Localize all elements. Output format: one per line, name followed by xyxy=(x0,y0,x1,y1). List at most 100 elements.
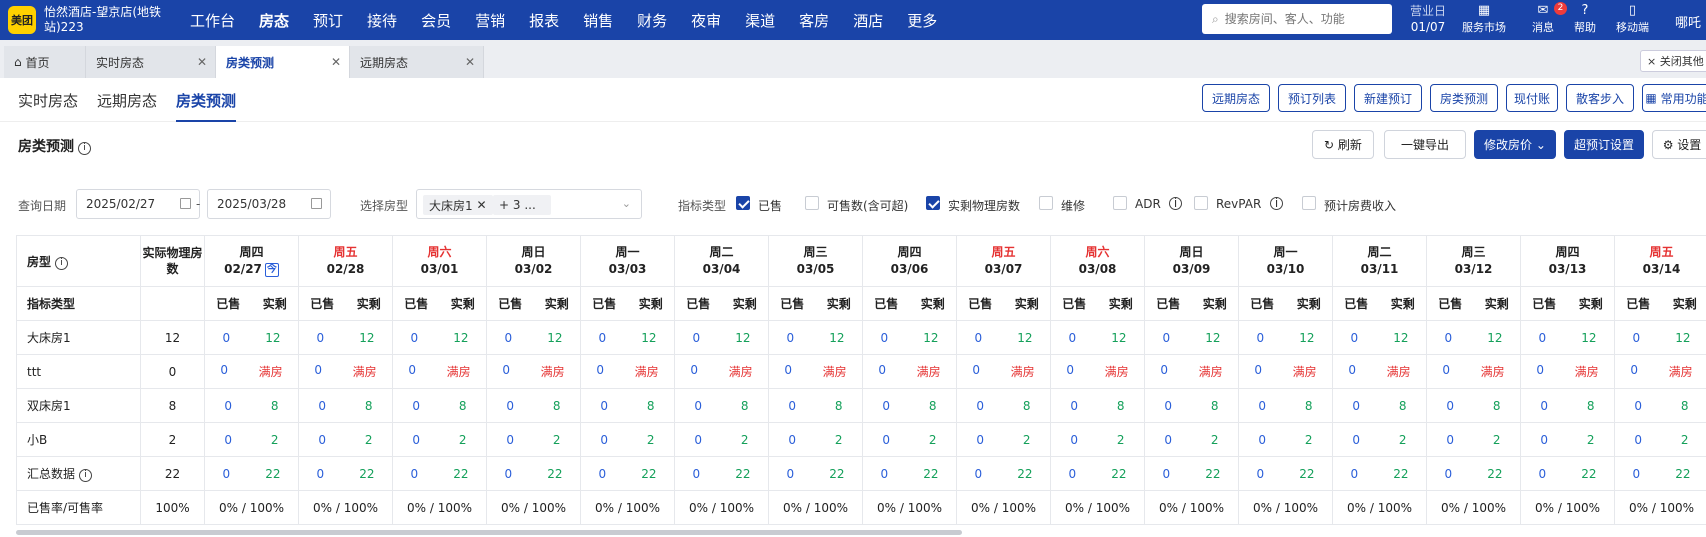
forecast-cell[interactable]: 0 满房 xyxy=(1144,354,1239,389)
forecast-cell[interactable]: 0 满房 xyxy=(1238,354,1333,389)
forecast-cell[interactable]: 0 12 xyxy=(768,320,863,355)
export-button[interactable]: 一键导出 xyxy=(1384,130,1466,159)
close-icon[interactable]: ✕ xyxy=(473,198,486,212)
forecast-cell[interactable]: 08 xyxy=(486,388,581,423)
nav-item[interactable]: 夜审 xyxy=(691,10,721,31)
forecast-cell[interactable]: 02 xyxy=(580,422,675,457)
forecast-cell[interactable]: 0 12 xyxy=(204,320,299,355)
forecast-cell[interactable]: 08 xyxy=(1050,388,1145,423)
metric-checkbox[interactable] xyxy=(926,196,940,210)
close-icon[interactable]: ✕ xyxy=(465,55,475,69)
forecast-cell[interactable]: 08 xyxy=(956,388,1051,423)
forecast-cell[interactable]: 0 12 xyxy=(1614,320,1706,355)
metric-checkbox[interactable] xyxy=(1039,196,1053,210)
nav-item[interactable]: 会员 xyxy=(421,10,451,31)
forecast-cell[interactable]: 02 xyxy=(768,422,863,457)
forecast-cell[interactable]: 08 xyxy=(392,388,487,423)
forecast-cell[interactable]: 0 12 xyxy=(486,320,581,355)
hotel-switcher[interactable]: 怡然酒店-望京店(地铁站)223 xyxy=(44,5,184,35)
room-type-select[interactable]: 大床房1 ✕ + 3 ... ⌄ xyxy=(416,189,642,219)
forecast-cell[interactable]: 0 22 xyxy=(1238,456,1333,491)
forecast-cell[interactable]: 0 满房 xyxy=(204,354,299,389)
quick-reservations-button[interactable]: 预订列表 xyxy=(1278,84,1346,112)
metric-checkbox[interactable] xyxy=(1302,196,1316,210)
forecast-cell[interactable]: 0 12 xyxy=(1050,320,1145,355)
info-icon[interactable]: i xyxy=(79,469,93,482)
forecast-cell[interactable]: 0 12 xyxy=(1332,320,1427,355)
forecast-cell[interactable]: 02 xyxy=(1426,422,1521,457)
nav-item[interactable]: 工作台 xyxy=(190,10,235,31)
forecast-cell[interactable]: 02 xyxy=(486,422,581,457)
forecast-cell[interactable]: 02 xyxy=(674,422,769,457)
forecast-cell[interactable]: 0 12 xyxy=(1520,320,1615,355)
forecast-cell[interactable]: 0 12 xyxy=(1238,320,1333,355)
settings-button[interactable]: ⚙ 设置 xyxy=(1652,130,1706,159)
forecast-cell[interactable]: 08 xyxy=(1614,388,1706,423)
tab-home[interactable]: ⌂ 首页 xyxy=(4,46,86,78)
mobile-button[interactable]: ▯ 移动端 xyxy=(1616,3,1649,35)
info-icon[interactable]: i xyxy=(78,142,91,155)
forecast-cell[interactable]: 08 xyxy=(204,388,299,423)
forecast-cell[interactable]: 08 xyxy=(1520,388,1615,423)
forecast-cell[interactable]: 0 22 xyxy=(298,456,393,491)
metric-checkbox[interactable] xyxy=(805,196,819,210)
forecast-cell[interactable]: 0 满房 xyxy=(1050,354,1145,389)
forecast-cell[interactable]: 0 满房 xyxy=(768,354,863,389)
subtab-forecast[interactable]: 房类预测 xyxy=(176,90,237,122)
forecast-cell[interactable]: 02 xyxy=(204,422,299,457)
forecast-cell[interactable]: 0 22 xyxy=(1332,456,1427,491)
metric-checkbox[interactable] xyxy=(1113,196,1127,210)
info-icon[interactable]: i xyxy=(55,256,69,270)
forecast-cell[interactable]: 0 22 xyxy=(862,456,957,491)
forecast-cell[interactable]: 0 22 xyxy=(1426,456,1521,491)
messages-button[interactable]: ✉ 2 消息 xyxy=(1532,2,1567,35)
forecast-cell[interactable]: 02 xyxy=(862,422,957,457)
forecast-cell[interactable]: 0 12 xyxy=(862,320,957,355)
subtab-future[interactable]: 远期房态 xyxy=(97,90,157,111)
forecast-cell[interactable]: 02 xyxy=(392,422,487,457)
subtab-realtime[interactable]: 实时房态 xyxy=(18,90,78,111)
horizontal-scrollbar[interactable] xyxy=(16,530,962,535)
forecast-cell[interactable]: 0 满房 xyxy=(1332,354,1427,389)
forecast-cell[interactable]: 08 xyxy=(768,388,863,423)
forecast-cell[interactable]: 0 12 xyxy=(674,320,769,355)
forecast-cell[interactable]: 0 22 xyxy=(674,456,769,491)
global-search[interactable]: ⌕ xyxy=(1202,4,1392,34)
forecast-cell[interactable]: 0 满房 xyxy=(1614,354,1706,389)
info-icon[interactable]: i xyxy=(1270,197,1283,210)
forecast-cell[interactable]: 02 xyxy=(1238,422,1333,457)
metric-checkbox[interactable] xyxy=(736,196,750,210)
metric-checkbox[interactable] xyxy=(1194,196,1208,210)
forecast-cell[interactable]: 0 22 xyxy=(204,456,299,491)
help-button[interactable]: ? 帮助 xyxy=(1574,3,1596,35)
forecast-cell[interactable]: 0 12 xyxy=(580,320,675,355)
tab-future[interactable]: 远期房态 ✕ xyxy=(350,46,484,78)
forecast-cell[interactable]: 0 22 xyxy=(1144,456,1239,491)
forecast-cell[interactable]: 0 22 xyxy=(1614,456,1706,491)
user-menu[interactable]: 哪吒 xyxy=(1675,12,1701,31)
forecast-cell[interactable]: 0 满房 xyxy=(580,354,675,389)
quick-common-button[interactable]: ▦ 常用功能 xyxy=(1642,84,1706,112)
nav-item[interactable]: 营销 xyxy=(475,10,505,31)
forecast-cell[interactable]: 0 12 xyxy=(1144,320,1239,355)
info-icon[interactable]: i xyxy=(1169,197,1182,210)
date-from-field[interactable]: 2025/02/27 xyxy=(76,189,200,219)
quick-future-button[interactable]: 远期房态 xyxy=(1202,84,1270,112)
forecast-cell[interactable]: 02 xyxy=(298,422,393,457)
overbooking-settings-button[interactable]: 超预订设置 xyxy=(1564,130,1644,159)
forecast-cell[interactable]: 08 xyxy=(580,388,675,423)
quick-walkin-button[interactable]: 散客步入 xyxy=(1566,84,1634,112)
forecast-cell[interactable]: 08 xyxy=(1332,388,1427,423)
forecast-cell[interactable]: 0 22 xyxy=(768,456,863,491)
close-others-button[interactable]: × 关闭其他 xyxy=(1640,50,1706,72)
today-icon[interactable]: 今 xyxy=(264,263,279,277)
forecast-cell[interactable]: 02 xyxy=(1520,422,1615,457)
forecast-cell[interactable]: 0 满房 xyxy=(862,354,957,389)
nav-item[interactable]: 酒店 xyxy=(853,10,883,31)
quick-forecast-button[interactable]: 房类预测 xyxy=(1430,84,1498,112)
forecast-cell[interactable]: 02 xyxy=(1614,422,1706,457)
forecast-cell[interactable]: 0 满房 xyxy=(486,354,581,389)
nav-item[interactable]: 渠道 xyxy=(745,10,775,31)
nav-item[interactable]: 接待 xyxy=(367,10,397,31)
search-input[interactable] xyxy=(1224,12,1375,26)
